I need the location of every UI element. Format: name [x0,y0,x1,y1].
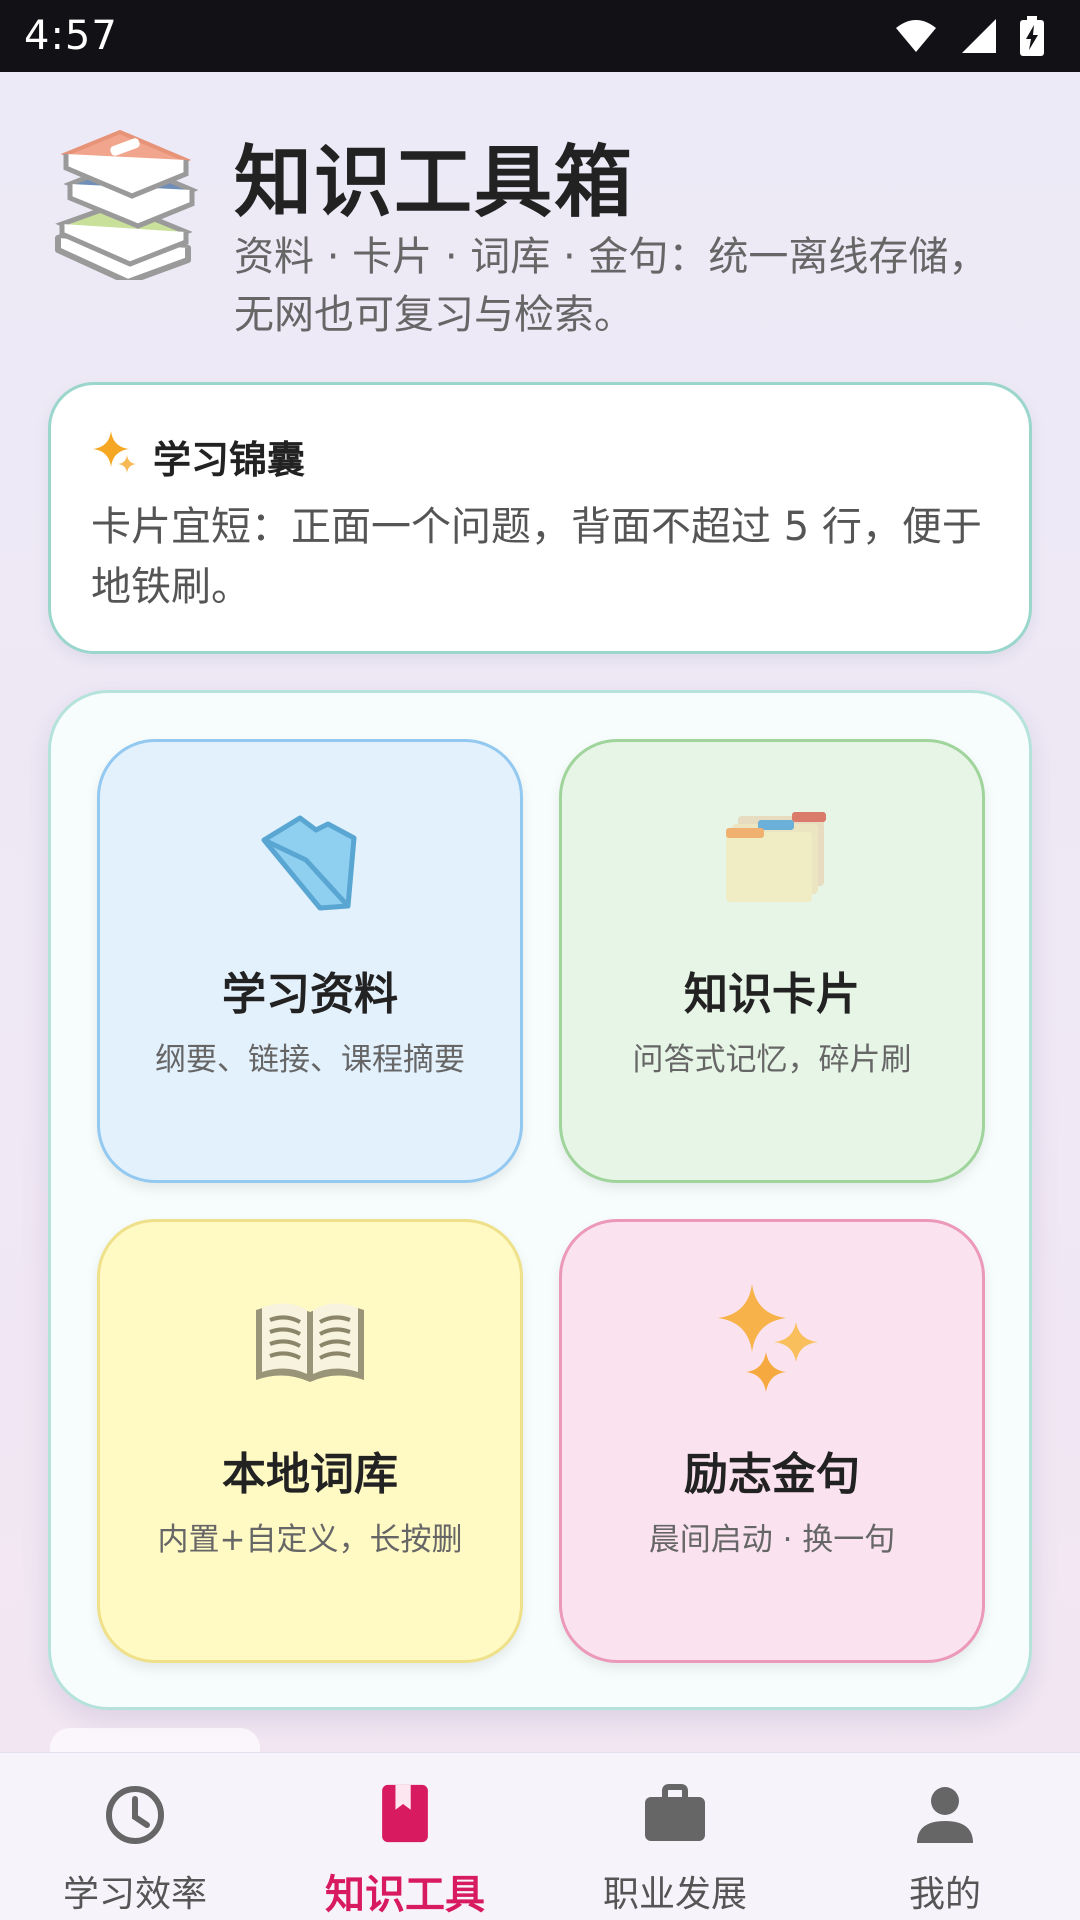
signal-icon [962,19,996,53]
status-time: 4:57 [24,13,118,59]
header: 知识工具箱 资料 · 卡片 · 词库 · 金句：统一离线存储，无网也可复习与检索… [48,110,1038,350]
folder-icon [261,815,357,911]
books-stack-icon [55,129,198,280]
tile-desc: 晨间启动 · 换一句 [648,1522,896,1558]
status-bar: 4:57 [0,0,1080,72]
tip-card: 学习锦囊 卡片宜短：正面一个问题，背面不超过 5 行，便于地铁刷。 [48,382,1032,654]
open-book-icon [256,1303,364,1382]
tools-grid: 学习资料 纲要、链接、课程摘要 知识卡片 问答式记忆，碎片刷 本地词库 内置+自… [48,690,1032,1710]
sparkles-icon [718,1284,818,1392]
person-icon [917,1787,973,1843]
tile-title: 本地词库 [222,1449,398,1500]
tile-motivational-quotes[interactable]: 励志金句 晨间启动 · 换一句 [559,1219,985,1663]
tile-knowledge-cards[interactable]: 知识卡片 问答式记忆，碎片刷 [559,739,985,1183]
card-index-icon [726,812,826,902]
tile-desc: 纲要、链接、课程摘要 [155,1042,465,1078]
wifi-icon [896,20,936,52]
tile-study-materials[interactable]: 学习资料 纲要、链接、课程摘要 [97,739,523,1183]
clock-icon [106,1786,164,1844]
tile-title: 学习资料 [222,969,398,1020]
nav-label: 知识工具 [325,1872,485,1918]
nav-item-career-development[interactable]: 职业发展 [540,1753,810,1920]
nav-label: 职业发展 [602,1874,747,1915]
tip-title: 学习锦囊 [153,438,306,482]
battery-charging-icon [1020,16,1044,56]
nav-label: 我的 [908,1874,981,1915]
page-subtitle: 资料 · 卡片 · 词库 · 金句：统一离线存储，无网也可复习与检索。 [234,234,989,338]
nav-item-me[interactable]: 我的 [810,1753,1080,1920]
bottom-nav: 学习效率 知识工具 职业发展 我的 [0,1752,1080,1920]
tile-title: 知识卡片 [684,969,860,1020]
nav-label: 学习效率 [62,1874,207,1915]
nav-item-knowledge-tools[interactable]: 知识工具 [270,1753,540,1920]
tile-title: 励志金句 [684,1449,860,1500]
nav-item-study-efficiency[interactable]: 学习效率 [0,1753,270,1920]
sparkles-icon [93,431,136,473]
tile-desc: 内置+自定义，长按删 [157,1522,463,1558]
status-icons [894,16,1044,56]
tile-local-vocabulary[interactable]: 本地词库 内置+自定义，长按删 [97,1219,523,1663]
tile-desc: 问答式记忆，碎片刷 [632,1042,912,1078]
book-icon [382,1784,428,1843]
tip-body: 卡片宜短：正面一个问题，背面不超过 5 行，便于地铁刷。 [91,504,982,610]
briefcase-icon [645,1784,705,1841]
page-title: 知识工具箱 [234,138,635,228]
